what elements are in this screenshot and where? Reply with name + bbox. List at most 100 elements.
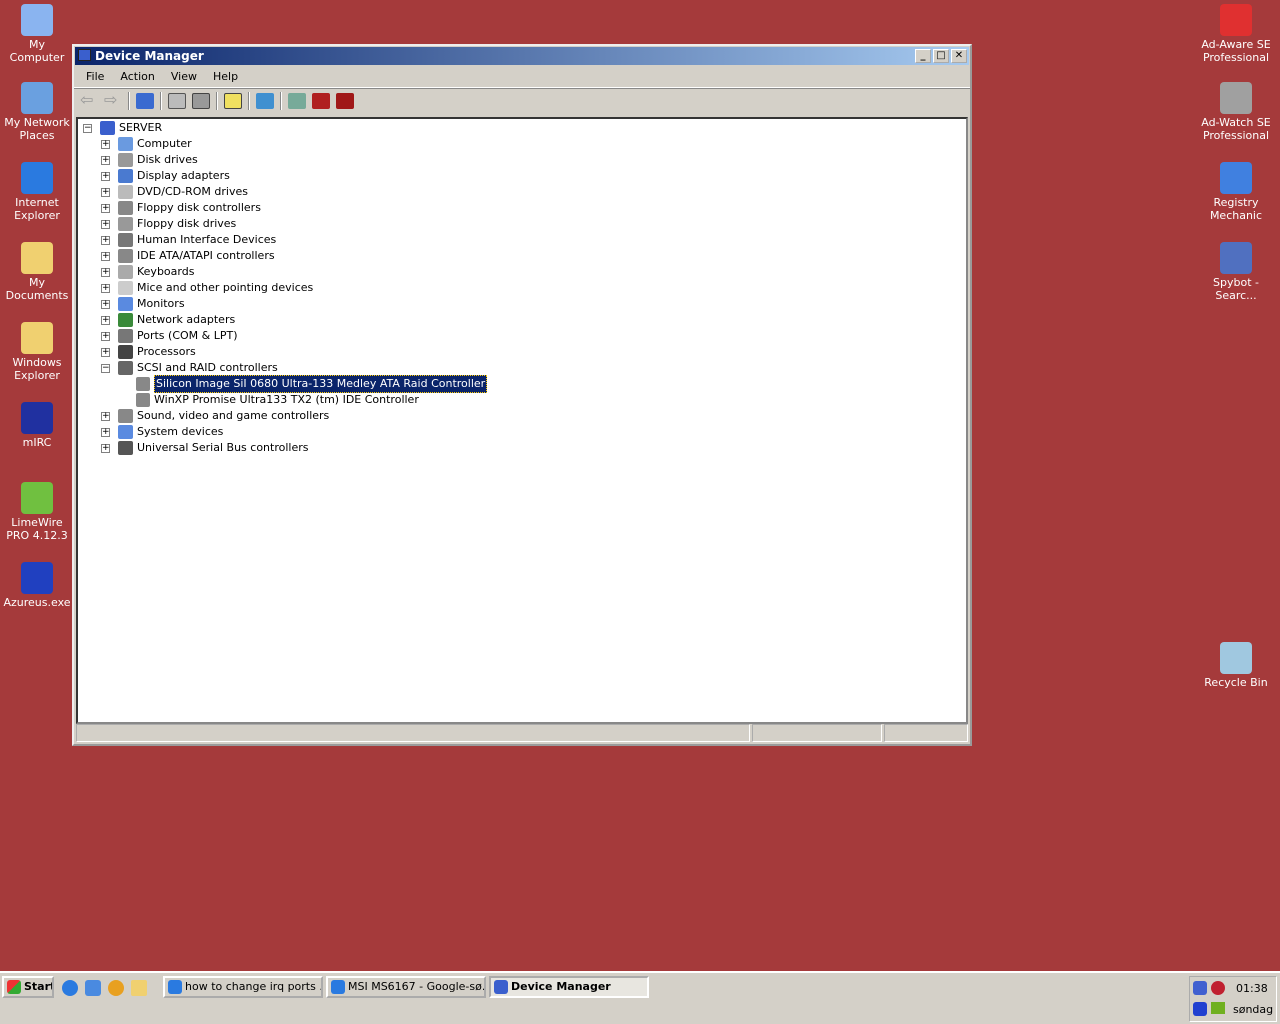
tree-category-label: Human Interface Devices <box>137 233 277 246</box>
forward-icon[interactable]: ⇨ <box>104 91 122 109</box>
update-driver-icon[interactable] <box>288 92 306 109</box>
uninstall-icon[interactable] <box>312 92 330 109</box>
menu-view[interactable]: View <box>163 70 205 83</box>
outlook-quicklaunch-icon[interactable] <box>85 980 101 996</box>
tree-device[interactable]: WinXP Promise Ultra133 TX2 (tm) IDE Cont… <box>136 392 419 408</box>
desktop-icon-image <box>1220 242 1252 274</box>
desktop-icon[interactable]: My Network Places <box>0 82 74 142</box>
clock-time[interactable]: 01:38 <box>1236 982 1268 995</box>
show-hide-tree-icon[interactable] <box>136 92 154 109</box>
task-button-device-manager[interactable]: Device Manager <box>489 976 649 998</box>
desktop-icon-label: Azureus.exe <box>3 596 71 609</box>
properties-icon[interactable] <box>168 92 186 109</box>
shield-tray-icon[interactable] <box>1211 981 1225 995</box>
expand-icon[interactable]: + <box>101 203 110 213</box>
expand-icon[interactable]: + <box>101 427 110 437</box>
expand-icon[interactable]: + <box>101 283 110 293</box>
expand-icon[interactable]: + <box>101 155 110 165</box>
collapse-icon[interactable]: − <box>101 363 110 373</box>
tree-category[interactable]: + IDE ATA/ATAPI controllers <box>101 248 275 264</box>
desktop-icon[interactable]: Ad-Aware SE Professional <box>1199 4 1273 64</box>
tree-category[interactable]: + Keyboards <box>101 264 194 280</box>
pill-tray-icon[interactable] <box>1193 981 1207 995</box>
user-tray-icon[interactable] <box>1193 1002 1207 1016</box>
desktop-icon-image <box>21 162 53 194</box>
desktop-icon[interactable]: Windows Explorer <box>0 322 74 382</box>
expand-icon[interactable]: + <box>101 347 110 357</box>
window-title: Device Manager <box>95 49 204 63</box>
desktop-icon[interactable]: Recycle Bin <box>1199 642 1273 689</box>
tree-category[interactable]: + Human Interface Devices <box>101 232 276 248</box>
expand-icon[interactable]: + <box>101 139 110 149</box>
desktop-icon[interactable]: Spybot - Searc... <box>1199 242 1273 302</box>
expand-icon[interactable]: + <box>101 235 110 245</box>
expand-icon[interactable]: + <box>101 331 110 341</box>
desktop-icon-image <box>21 322 53 354</box>
tree-category[interactable]: + Display adapters <box>101 168 230 184</box>
minimize-button[interactable]: _ <box>915 49 931 63</box>
desktop-icon[interactable]: LimeWire PRO 4.12.3 <box>0 482 74 542</box>
expand-icon[interactable]: + <box>101 219 110 229</box>
ie-icon <box>168 980 182 994</box>
collapse-icon[interactable]: − <box>83 123 92 133</box>
tree-category-label: Processors <box>137 345 196 358</box>
start-button[interactable]: Start <box>2 976 54 998</box>
close-button[interactable]: ✕ <box>951 49 967 63</box>
tree-category[interactable]: + Processors <box>101 344 196 360</box>
desktop-icon[interactable]: Azureus.exe <box>0 562 74 609</box>
tree-category[interactable]: + Monitors <box>101 296 185 312</box>
menu-file[interactable]: File <box>78 70 112 83</box>
help-icon[interactable] <box>224 92 242 109</box>
tree-category-label: IDE ATA/ATAPI controllers <box>137 249 275 262</box>
tree-category[interactable]: + DVD/CD-ROM drives <box>101 184 248 200</box>
desktop-icon[interactable]: Internet Explorer <box>0 162 74 222</box>
tree-root[interactable]: − SERVER <box>83 120 162 136</box>
desktop-icon-image <box>1220 82 1252 114</box>
expand-icon[interactable]: + <box>101 411 110 421</box>
tree-category[interactable]: + Disk drives <box>101 152 198 168</box>
task-button-ie-1[interactable]: how to change irq ports ... <box>163 976 323 998</box>
disable-icon[interactable] <box>336 92 354 109</box>
menu-action[interactable]: Action <box>112 70 162 83</box>
expand-icon[interactable]: + <box>101 171 110 181</box>
task-label: MSI MS6167 - Google-sø... <box>348 980 486 993</box>
back-icon[interactable]: ⇦ <box>80 91 98 109</box>
explorer-quicklaunch-icon[interactable] <box>131 980 147 996</box>
print-icon[interactable] <box>192 92 210 109</box>
menu-help[interactable]: Help <box>205 70 246 83</box>
desktop-icon[interactable]: Registry Mechanic <box>1199 162 1273 222</box>
tree-category-label: Computer <box>137 137 192 150</box>
desktop-icon[interactable]: Ad-Watch SE Professional <box>1199 82 1273 142</box>
clock-day: søndag <box>1233 1003 1274 1016</box>
tree-category[interactable]: + Mice and other pointing devices <box>101 280 313 296</box>
tree-device[interactable]: Silicon Image SiI 0680 Ultra-133 Medley … <box>136 375 488 393</box>
task-button-ie-2[interactable]: MSI MS6167 - Google-sø... <box>326 976 486 998</box>
expand-icon[interactable]: + <box>101 267 110 277</box>
tree-category[interactable]: + Floppy disk controllers <box>101 200 261 216</box>
expand-icon[interactable]: + <box>101 315 110 325</box>
device-category-icon <box>118 137 133 151</box>
expand-icon[interactable]: + <box>101 187 110 197</box>
desktop-icon[interactable]: mIRC <box>0 402 74 449</box>
tree-category[interactable]: + Floppy disk drives <box>101 216 236 232</box>
scan-hardware-icon[interactable] <box>256 92 274 109</box>
title-bar[interactable]: Device Manager _ □ ✕ <box>75 47 969 65</box>
tree-category[interactable]: + Computer <box>101 136 192 152</box>
tree-category[interactable]: + Universal Serial Bus controllers <box>101 440 308 456</box>
tree-category[interactable]: + Network adapters <box>101 312 235 328</box>
ie-quicklaunch-icon[interactable] <box>62 980 78 996</box>
tree-category[interactable]: + System devices <box>101 424 223 440</box>
media-player-quicklaunch-icon[interactable] <box>108 980 124 996</box>
tree-category[interactable]: − SCSI and RAID controllers <box>101 360 278 376</box>
desktop-icon-image <box>1220 162 1252 194</box>
expand-icon[interactable]: + <box>101 299 110 309</box>
tree-category[interactable]: + Ports (COM & LPT) <box>101 328 238 344</box>
expand-icon[interactable]: + <box>101 251 110 261</box>
desktop-icon[interactable]: My Documents <box>0 242 74 302</box>
maximize-button[interactable]: □ <box>933 49 949 63</box>
desktop-icon[interactable]: My Computer <box>0 4 74 64</box>
nvidia-tray-icon[interactable] <box>1211 1002 1225 1014</box>
tree-category[interactable]: + Sound, video and game controllers <box>101 408 329 424</box>
expand-icon[interactable]: + <box>101 443 110 453</box>
device-category-icon <box>118 201 133 215</box>
